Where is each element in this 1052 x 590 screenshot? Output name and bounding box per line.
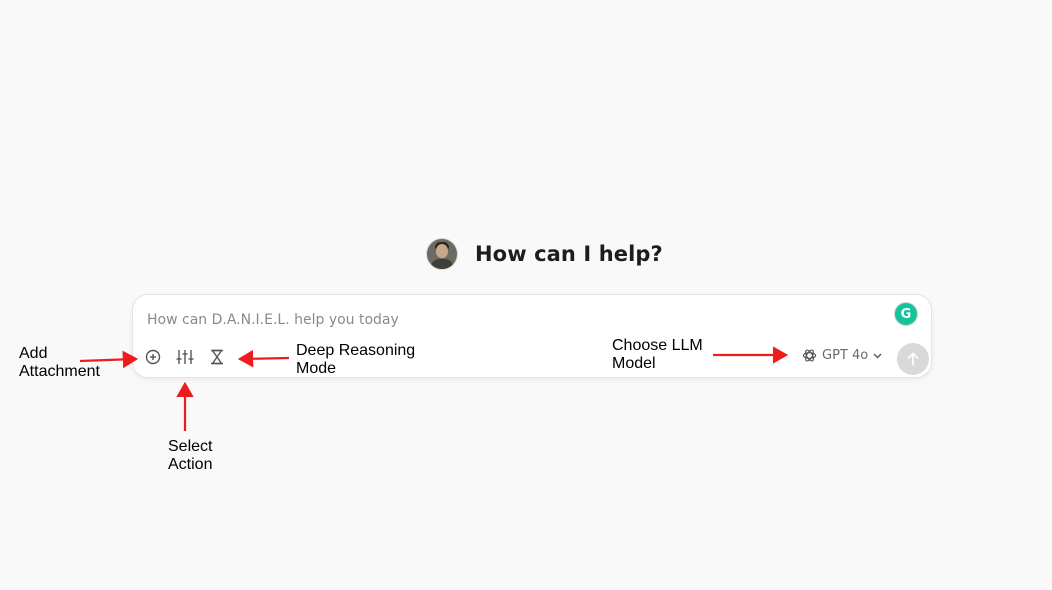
- page: How can I help? G: [0, 0, 1052, 590]
- annotation-arrows: [79, 346, 789, 431]
- arrow-add-attachment: [79, 350, 139, 369]
- arrow-deep-reasoning: [237, 349, 290, 368]
